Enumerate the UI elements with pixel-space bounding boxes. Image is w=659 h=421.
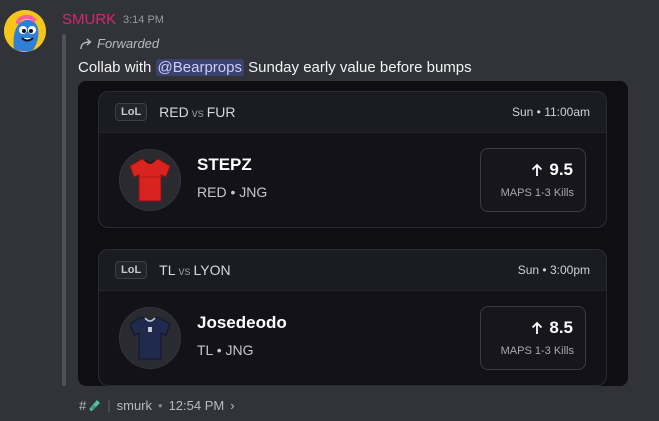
test-tube-icon — [89, 399, 101, 411]
message-text-after: Sunday early value before bumps — [243, 59, 472, 76]
stat-line: 8.5 — [531, 318, 573, 338]
prop-card: LoL TL vs LYON Sun • 3:00pm Josedeodo TL •… — [98, 249, 607, 386]
jersey-image — [119, 149, 181, 211]
team-away: FUR — [206, 104, 236, 120]
forward-arrow-icon — [80, 37, 92, 49]
stat-line-box: 8.5 MAPS 1-3 Kills — [480, 306, 586, 370]
avatar[interactable] — [4, 10, 46, 52]
stat-label: MAPS 1-3 Kills — [500, 187, 574, 199]
forwarded-indicator: Forwarded — [80, 36, 159, 51]
jersey-icon — [129, 316, 171, 360]
vs-label: vs — [191, 106, 204, 120]
user-mention[interactable]: @Bearprops — [155, 59, 244, 76]
card-header: LoL TL vs LYON Sun • 3:00pm — [99, 250, 606, 290]
jersey-image — [119, 307, 181, 369]
footer-dot: • — [158, 398, 163, 413]
username[interactable]: SMURK — [62, 11, 116, 28]
jersey-icon — [129, 158, 171, 202]
team-home: RED — [159, 104, 189, 120]
forward-bar — [62, 34, 66, 386]
player-team-role: TL • JNG — [197, 342, 254, 358]
source-name: smurk — [116, 398, 153, 413]
chevron-right-icon: › — [230, 398, 235, 413]
message-text-before: Collab with — [78, 59, 156, 76]
stat-line-value: 8.5 — [549, 318, 573, 337]
league-tag: LoL — [115, 103, 148, 121]
stat-label: MAPS 1-3 Kills — [500, 345, 574, 357]
prop-card: LoL RED vs FUR Sun • 11:00am STEPZ RED • J… — [98, 91, 607, 228]
message-text: Collab with @Bearprops Sunday early valu… — [78, 59, 472, 76]
source-time: 12:54 PM — [168, 398, 225, 413]
forward-source-link[interactable]: # | smurk • 12:54 PM › — [79, 398, 235, 413]
player-team-role: RED • JNG — [197, 184, 268, 200]
team-home: TL — [159, 262, 176, 278]
message-timestamp: 3:14 PM — [123, 14, 164, 26]
stat-line: 9.5 — [531, 160, 573, 180]
card-body: STEPZ RED • JNG 9.5 MAPS 1-3 Kills — [99, 132, 606, 227]
card-header: LoL RED vs FUR Sun • 11:00am — [99, 92, 606, 132]
arrow-up-icon — [532, 163, 543, 176]
matchup: RED vs FUR — [159, 104, 235, 120]
card-body: Josedeodo TL • JNG 8.5 MAPS 1-3 Kills — [99, 290, 606, 385]
arrow-up-icon — [532, 321, 543, 334]
forwarded-label: Forwarded — [97, 36, 160, 51]
matchup: TL vs LYON — [159, 262, 230, 278]
stat-line-value: 9.5 — [549, 160, 573, 179]
league-tag: LoL — [115, 261, 148, 279]
vs-label: vs — [178, 264, 191, 278]
footer-separator: | — [107, 398, 111, 413]
channel-hash: # — [79, 398, 87, 413]
game-time: Sun • 3:00pm — [517, 263, 590, 277]
game-time: Sun • 11:00am — [511, 105, 590, 119]
embed-image[interactable]: LoL RED vs FUR Sun • 11:00am STEPZ RED • J… — [78, 81, 628, 386]
player-name: STEPZ — [197, 155, 252, 174]
team-away: LYON — [193, 262, 231, 278]
player-name: Josedeodo — [197, 313, 287, 332]
stat-line-box: 9.5 MAPS 1-3 Kills — [480, 148, 586, 212]
avatar-image — [4, 10, 46, 52]
